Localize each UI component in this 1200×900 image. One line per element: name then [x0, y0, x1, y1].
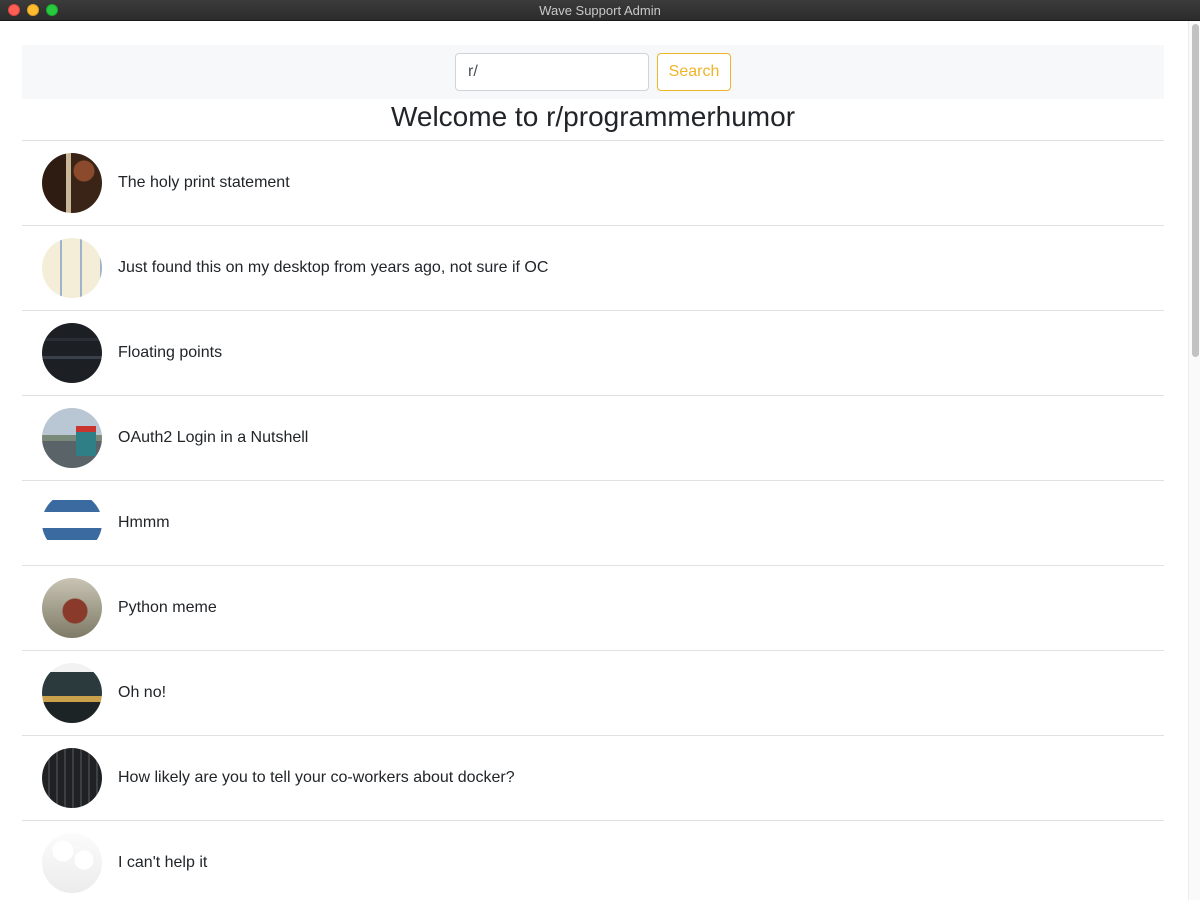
- list-item[interactable]: Floating points: [22, 310, 1164, 395]
- list-item[interactable]: I can't help it: [22, 820, 1164, 900]
- post-title: Floating points: [118, 344, 223, 361]
- window-titlebar: Wave Support Admin: [0, 0, 1200, 21]
- search-input[interactable]: [455, 53, 649, 91]
- list-item[interactable]: How likely are you to tell your co-worke…: [22, 735, 1164, 820]
- list-item[interactable]: Python meme: [22, 565, 1164, 650]
- list-item[interactable]: The holy print statement: [22, 140, 1164, 225]
- post-list: The holy print statement Just found this…: [22, 140, 1164, 900]
- post-title: I can't help it: [118, 854, 208, 871]
- list-item[interactable]: Oh no!: [22, 650, 1164, 735]
- post-thumbnail: [42, 408, 102, 468]
- list-item[interactable]: OAuth2 Login in a Nutshell: [22, 395, 1164, 480]
- post-thumbnail: [42, 663, 102, 723]
- post-title: OAuth2 Login in a Nutshell: [118, 429, 309, 446]
- post-thumbnail: [42, 578, 102, 638]
- vertical-scrollbar[interactable]: [1188, 21, 1200, 900]
- page-title: Welcome to r/programmerhumor: [390, 101, 796, 132]
- post-thumbnail: [42, 153, 102, 213]
- post-title: The holy print statement: [118, 174, 290, 191]
- list-item[interactable]: Just found this on my desktop from years…: [22, 225, 1164, 310]
- window-title: Wave Support Admin: [539, 3, 661, 18]
- post-thumbnail: [42, 748, 102, 808]
- app-content: Search Welcome to r/programmerhumor The …: [0, 21, 1188, 900]
- post-thumbnail: [42, 833, 102, 893]
- post-title: Oh no!: [118, 684, 167, 701]
- list-item[interactable]: Hmmm: [22, 480, 1164, 565]
- post-title: Hmmm: [118, 514, 170, 531]
- post-thumbnail: [42, 238, 102, 298]
- post-title: Just found this on my desktop from years…: [118, 259, 549, 276]
- post-thumbnail: [42, 493, 102, 553]
- search-button[interactable]: Search: [657, 53, 731, 91]
- post-thumbnail: [42, 323, 102, 383]
- scrollbar-thumb[interactable]: [1192, 24, 1199, 357]
- post-title: Python meme: [118, 599, 217, 616]
- search-bar: Search: [22, 45, 1164, 99]
- post-title: How likely are you to tell your co-worke…: [118, 769, 515, 786]
